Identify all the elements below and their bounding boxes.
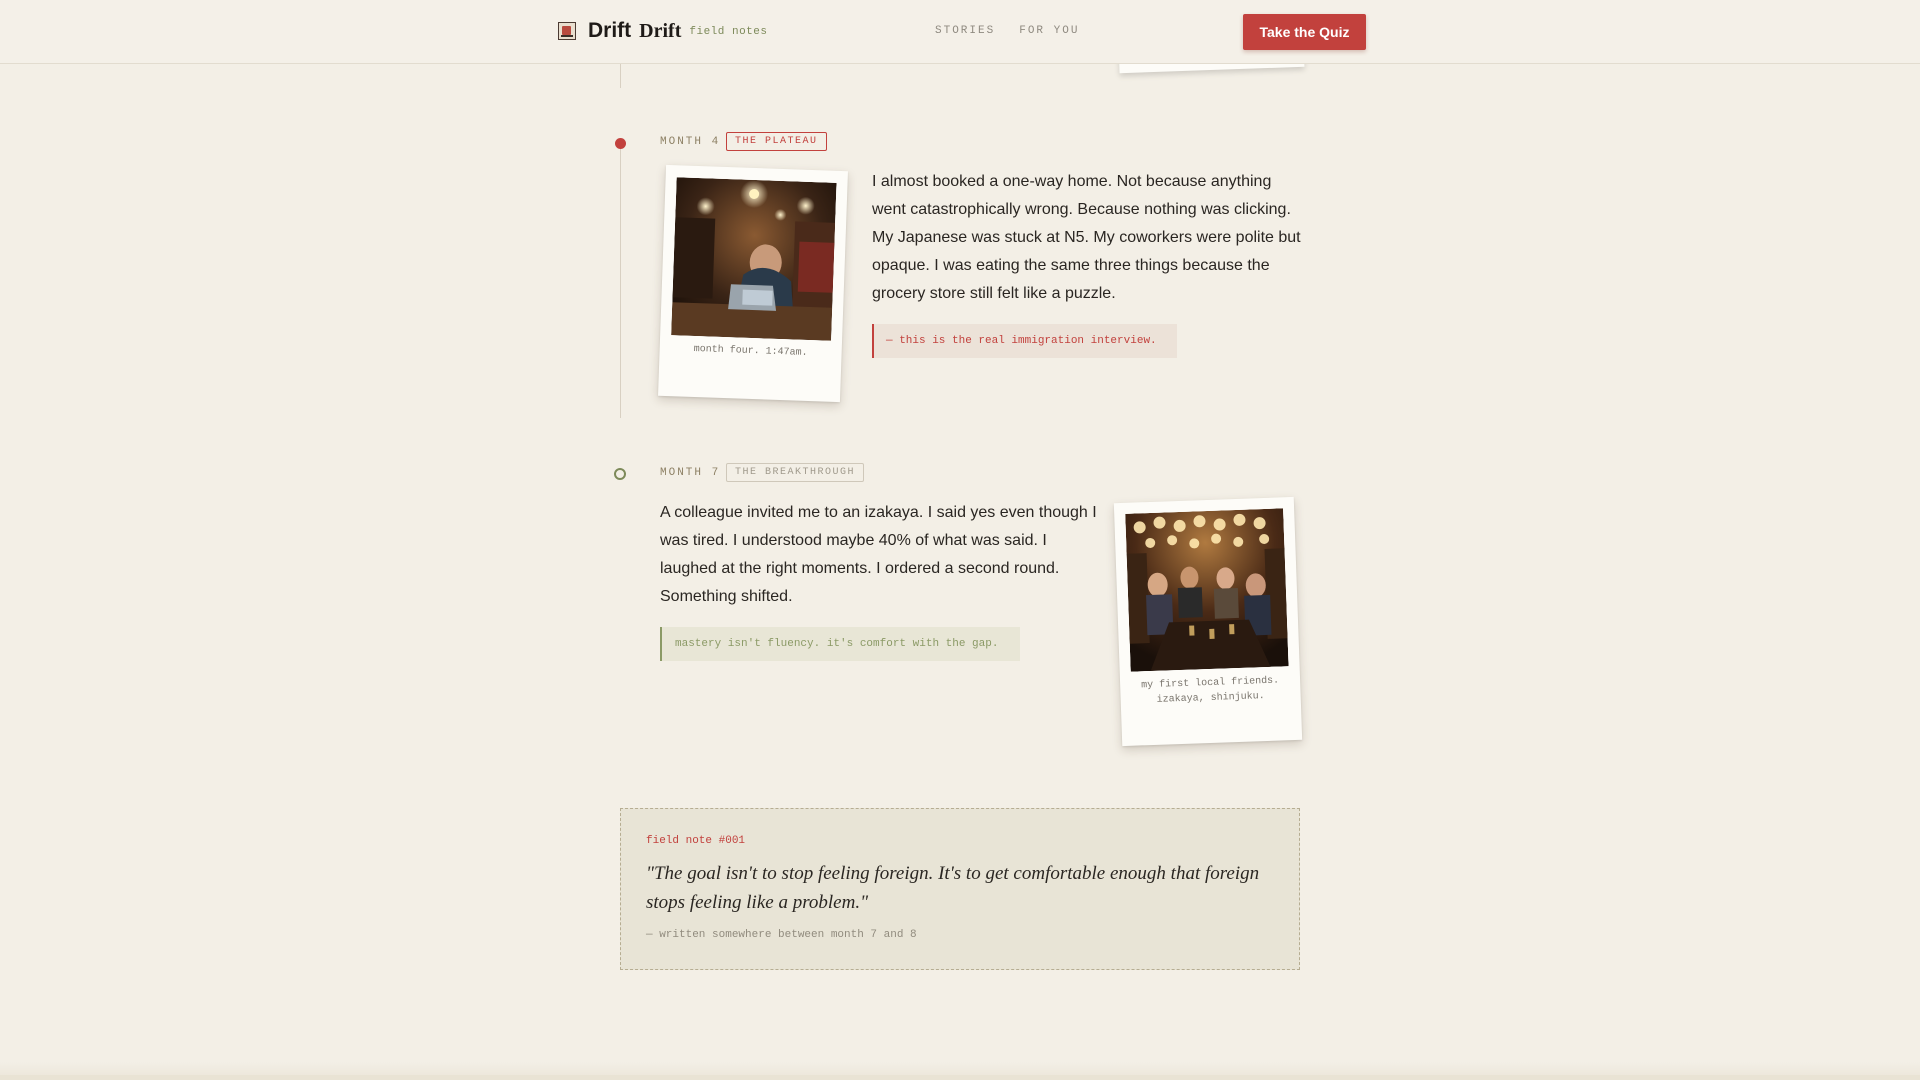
- drift-logo-icon: [558, 22, 576, 40]
- footer-edge: [0, 1062, 1920, 1080]
- annotation-note: mastery isn't fluency. it's comfort with…: [660, 627, 1020, 661]
- polaroid-photo[interactable]: month four. 1:47am.: [658, 164, 848, 403]
- photo-friends-izakaya: [1125, 508, 1289, 672]
- phase-tag: THE PLATEAU: [726, 132, 827, 151]
- nav-link-for-you[interactable]: FOR YOU: [1019, 25, 1079, 37]
- nav-link-stories[interactable]: STORIES: [935, 25, 995, 37]
- brand-name-serif: Drift: [639, 19, 682, 42]
- photo-man-laptop-cafe: [671, 177, 837, 341]
- take-quiz-button[interactable]: Take the Quiz: [1243, 14, 1366, 50]
- story-paragraph: I almost booked a one-way home. Not beca…: [872, 173, 1301, 302]
- field-note-card: field note #001 "The goal isn't to stop …: [620, 808, 1300, 970]
- phase-tag: THE BREAKTHROUGH: [726, 463, 865, 482]
- brand-name: Drift: [588, 19, 632, 42]
- annotation-note: — this is the real immigration interview…: [872, 324, 1177, 358]
- month-label: MONTH 7: [660, 467, 721, 479]
- brand-tagline: field notes: [689, 26, 768, 38]
- brand-logo[interactable]: Drift Drift field notes: [558, 19, 768, 43]
- field-note-label: field note #001: [646, 835, 746, 847]
- main-nav: STORIES FOR YOU: [935, 25, 1079, 37]
- timeline-line-top: [620, 64, 621, 88]
- timeline-line: [620, 148, 621, 418]
- top-navigation-bar: Drift Drift field notes STORIES FOR YOU …: [0, 0, 1920, 64]
- field-note-signature: — written somewhere between month 7 and …: [646, 929, 917, 941]
- photo-caption: my first local friends. izakaya, shinjuk…: [1120, 673, 1301, 709]
- story-paragraph: A colleague invited me to an izakaya. I …: [660, 504, 1097, 605]
- month-label: MONTH 4: [660, 136, 721, 148]
- photo-caption: month four. 1:47am.: [693, 343, 808, 359]
- timeline-marker-month-4: [615, 138, 626, 149]
- field-note-quote: "The goal isn't to stop feeling foreign.…: [646, 863, 1260, 913]
- timeline-marker-month-7: [614, 468, 626, 480]
- polaroid-photo[interactable]: my first local friends. izakaya, shinjuk…: [1113, 496, 1303, 747]
